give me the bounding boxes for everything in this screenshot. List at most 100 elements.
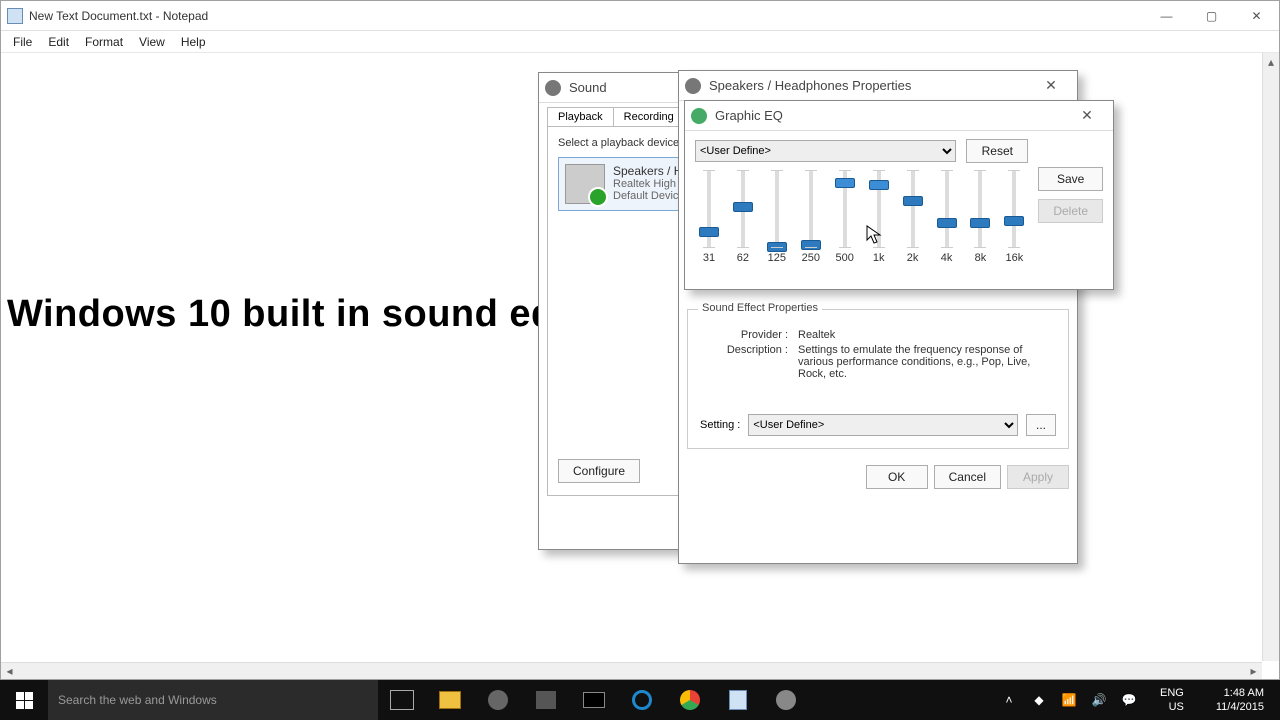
eq-thumb-125[interactable] — [767, 242, 787, 252]
eq-slider-16k[interactable]: 16k — [1000, 170, 1028, 264]
notepad-menubar: File Edit Format View Help — [1, 31, 1279, 53]
eq-band-label: 62 — [737, 252, 749, 264]
eq-slider-31[interactable]: 31 — [695, 170, 723, 264]
eq-thumb-62[interactable] — [733, 202, 753, 212]
network-icon[interactable]: 📶 — [1060, 691, 1078, 709]
task-view-button[interactable] — [378, 680, 426, 720]
eq-slider-62[interactable]: 62 — [729, 170, 757, 264]
description-value: Settings to emulate the frequency respon… — [798, 344, 1056, 380]
notepad-content: Windows 10 built in sound equ — [7, 293, 578, 336]
speakers-dialog-icon — [685, 78, 701, 94]
task-view-icon — [390, 690, 414, 710]
menu-view[interactable]: View — [131, 33, 173, 51]
horizontal-scrollbar[interactable]: ◂ ▸ — [1, 662, 1262, 679]
taskbar: Search the web and Windows ˄ ◆ 📶 🔊 💬 ENG… — [0, 680, 1280, 720]
file-explorer-icon — [439, 691, 461, 709]
chrome-icon — [680, 690, 700, 710]
eq-thumb-8k[interactable] — [970, 218, 990, 228]
taskbar-app-edge[interactable] — [618, 680, 666, 720]
speakers-dialog-title: Speakers / Headphones Properties — [709, 78, 1031, 93]
configure-button[interactable]: Configure — [558, 459, 640, 483]
ok-button[interactable]: OK — [866, 465, 928, 489]
taskbar-clock[interactable]: 1:48 AM11/4/2015 — [1206, 686, 1274, 714]
menu-edit[interactable]: Edit — [40, 33, 77, 51]
eq-thumb-500[interactable] — [835, 178, 855, 188]
eq-dialog-title: Graphic EQ — [715, 108, 1067, 123]
edge-icon — [632, 690, 652, 710]
setting-select[interactable]: <User Define> — [748, 414, 1018, 436]
eq-slider-500[interactable]: 500 — [831, 170, 859, 264]
taskbar-app-store[interactable] — [522, 680, 570, 720]
delete-button[interactable]: Delete — [1038, 199, 1103, 223]
notepad-title: New Text Document.txt - Notepad — [29, 9, 1144, 23]
eq-band-label: 4k — [941, 252, 953, 264]
volume-icon[interactable]: 🔊 — [1090, 691, 1108, 709]
apply-button[interactable]: Apply — [1007, 465, 1069, 489]
eq-slider-4k[interactable]: 4k — [933, 170, 961, 264]
maximize-button[interactable]: ▢ — [1189, 1, 1234, 31]
taskbar-app-cmd[interactable] — [570, 680, 618, 720]
setting-label: Setting : — [700, 419, 740, 431]
save-button[interactable]: Save — [1038, 167, 1103, 191]
eq-thumb-31[interactable] — [699, 227, 719, 237]
terminal-icon — [583, 692, 605, 708]
speakers-close-button[interactable]: ✕ — [1031, 71, 1071, 101]
sound-config-icon — [776, 690, 796, 710]
taskbar-search[interactable]: Search the web and Windows — [48, 680, 378, 720]
eq-band-label: 500 — [836, 252, 854, 264]
menu-help[interactable]: Help — [173, 33, 214, 51]
eq-dialog-icon — [691, 108, 707, 124]
cancel-button[interactable]: Cancel — [934, 465, 1001, 489]
reset-button[interactable]: Reset — [966, 139, 1028, 163]
eq-thumb-16k[interactable] — [1004, 216, 1024, 226]
eq-band-label: 2k — [907, 252, 919, 264]
eq-thumb-1k[interactable] — [869, 180, 889, 190]
search-placeholder-text: Search the web and Windows — [58, 693, 217, 707]
tab-playback[interactable]: Playback — [547, 107, 614, 126]
app-icon — [488, 690, 508, 710]
eq-thumb-250[interactable] — [801, 240, 821, 250]
sound-effect-properties-group: Sound Effect Properties Provider : Realt… — [687, 309, 1069, 449]
tray-up-icon[interactable]: ˄ — [1000, 691, 1018, 709]
eq-band-label: 8k — [975, 252, 987, 264]
notepad-icon — [7, 8, 23, 24]
taskbar-app-chrome[interactable] — [666, 680, 714, 720]
menu-file[interactable]: File — [5, 33, 40, 51]
taskbar-app-notepad[interactable] — [714, 680, 762, 720]
eq-sliders: 31 62 125 250 500 1k 2k 4k 8k 16k — [695, 169, 1028, 264]
eq-band-label: 250 — [802, 252, 820, 264]
eq-slider-250[interactable]: 250 — [797, 170, 825, 264]
taskbar-app-2[interactable] — [474, 680, 522, 720]
eq-band-label: 1k — [873, 252, 885, 264]
scroll-left-icon[interactable]: ◂ — [1, 664, 18, 678]
eq-slider-1k[interactable]: 1k — [865, 170, 893, 264]
eq-band-label: 16k — [1006, 252, 1024, 264]
eq-preset-select[interactable]: <User Define> — [695, 140, 956, 162]
taskbar-lang[interactable]: ENGUS — [1150, 686, 1194, 714]
close-button[interactable]: ✕ — [1234, 1, 1279, 31]
setting-more-button[interactable]: ... — [1026, 414, 1056, 436]
taskbar-app-sound[interactable] — [762, 680, 810, 720]
tray-app-icon[interactable]: ◆ — [1030, 691, 1048, 709]
tab-recording[interactable]: Recording — [613, 107, 685, 126]
eq-slider-2k[interactable]: 2k — [899, 170, 927, 264]
scroll-up-icon[interactable]: ▴ — [1263, 53, 1279, 70]
notepad-titlebar: New Text Document.txt - Notepad — ▢ ✕ — [1, 1, 1279, 31]
eq-thumb-2k[interactable] — [903, 196, 923, 206]
vertical-scrollbar[interactable]: ▴ — [1262, 53, 1279, 661]
eq-slider-8k[interactable]: 8k — [967, 170, 995, 264]
notifications-icon[interactable]: 💬 — [1120, 691, 1138, 709]
sound-dialog-icon — [545, 80, 561, 96]
eq-slider-125[interactable]: 125 — [763, 170, 791, 264]
eq-close-button[interactable]: ✕ — [1067, 101, 1107, 131]
group-legend: Sound Effect Properties — [698, 302, 822, 314]
start-button[interactable] — [0, 680, 48, 720]
notepad-icon — [729, 690, 747, 710]
minimize-button[interactable]: — — [1144, 1, 1189, 31]
menu-format[interactable]: Format — [77, 33, 131, 51]
speaker-device-icon — [565, 164, 605, 204]
taskbar-app-explorer[interactable] — [426, 680, 474, 720]
scroll-right-icon[interactable]: ▸ — [1245, 664, 1262, 678]
windows-logo-icon — [16, 692, 33, 709]
eq-thumb-4k[interactable] — [937, 218, 957, 228]
